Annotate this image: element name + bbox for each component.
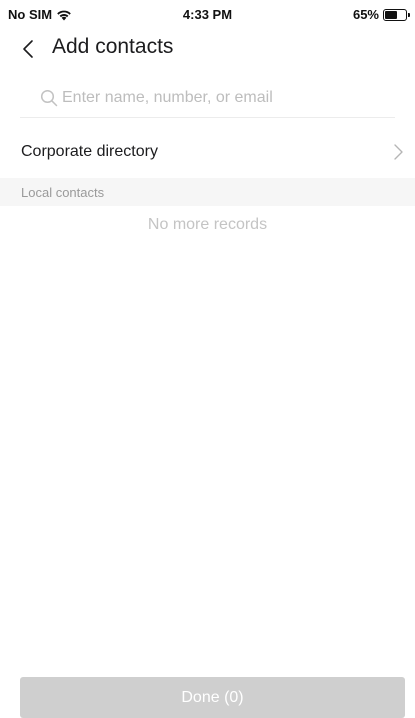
back-button[interactable]: [22, 36, 42, 62]
chevron-right-icon: [394, 144, 403, 160]
corporate-directory-label: Corporate directory: [21, 143, 158, 160]
corporate-directory-row[interactable]: Corporate directory: [0, 128, 415, 176]
add-contacts-screen: No SIM 4:33 PM 65% Add contacts Corp: [0, 0, 415, 718]
status-bar-right: 65%: [352, 7, 410, 22]
empty-state-text: No more records: [147, 216, 268, 233]
chevron-left-icon: [23, 40, 33, 58]
local-contacts-label: Local contacts: [21, 184, 105, 200]
local-contacts-section-header: Local contacts: [0, 178, 415, 206]
battery-icon: [383, 8, 410, 21]
battery-percent: 65%: [352, 7, 379, 22]
search-icon: [40, 89, 58, 106]
search-bar[interactable]: [20, 78, 395, 118]
search-input[interactable]: [62, 88, 362, 107]
done-button[interactable]: Done (0): [20, 677, 405, 718]
nav-header: Add contacts: [0, 30, 415, 68]
status-bar: No SIM 4:33 PM 65%: [0, 0, 415, 30]
page-title: Add contacts: [52, 35, 174, 58]
